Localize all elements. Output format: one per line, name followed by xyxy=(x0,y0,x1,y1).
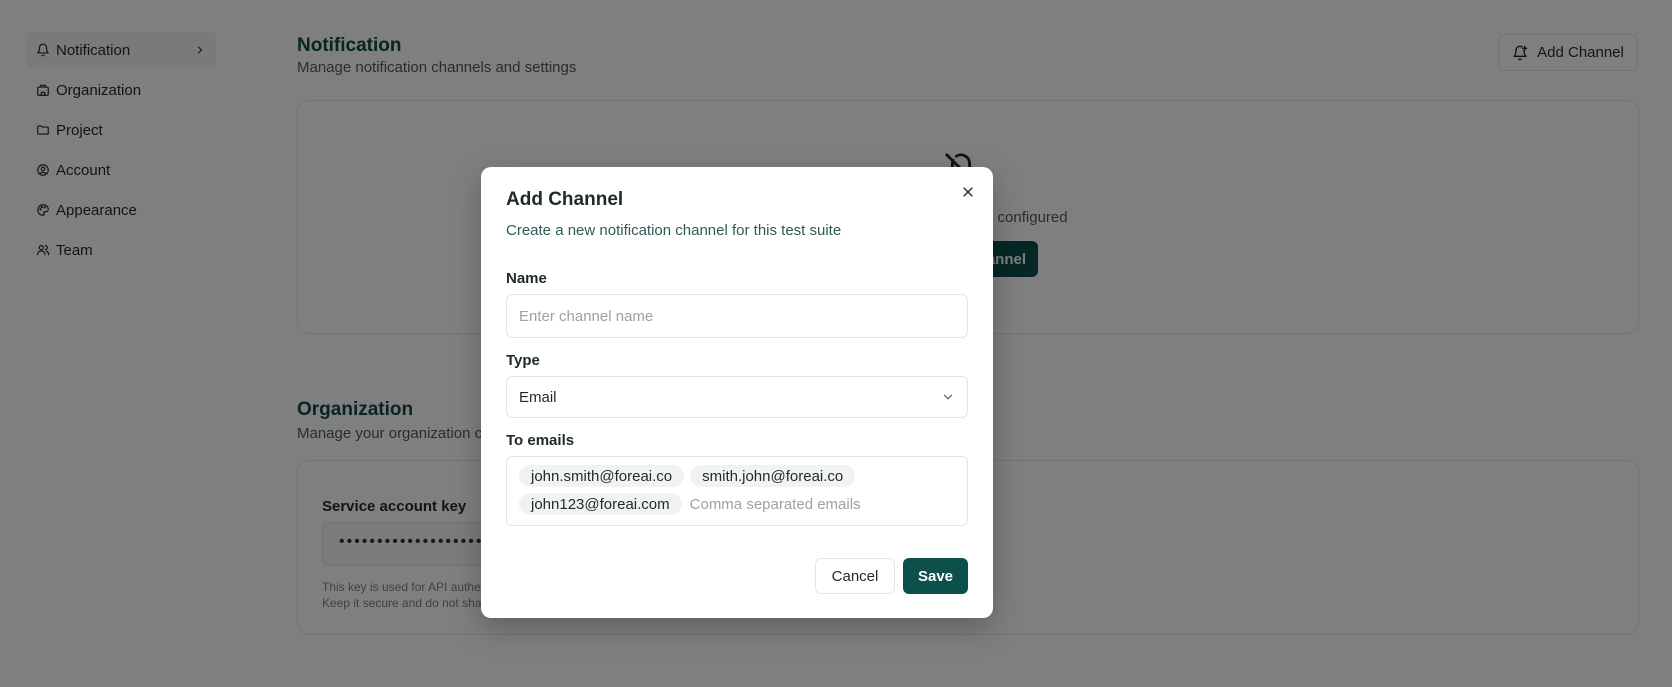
channel-type-value: Email xyxy=(519,388,557,406)
email-chip[interactable]: john.smith@foreai.co xyxy=(519,465,685,487)
to-emails-field[interactable]: john.smith@foreai.co smith.john@foreai.c… xyxy=(506,456,968,526)
email-chip[interactable]: john123@foreai.com xyxy=(519,493,682,515)
channel-type-select[interactable]: Email xyxy=(506,376,968,418)
email-entry-input[interactable] xyxy=(687,493,868,515)
cancel-button[interactable]: Cancel xyxy=(815,558,895,594)
email-chip[interactable]: smith.john@foreai.co xyxy=(690,465,856,487)
save-button[interactable]: Save xyxy=(903,558,968,594)
add-channel-dialog: Add Channel Create a new notification ch… xyxy=(481,167,993,618)
email-chip-list: john.smith@foreai.co smith.john@foreai.c… xyxy=(519,465,919,515)
close-icon[interactable] xyxy=(960,184,976,200)
chevron-down-icon xyxy=(941,390,955,404)
name-label: Name xyxy=(506,270,547,287)
to-emails-label: To emails xyxy=(506,432,575,449)
channel-name-input[interactable] xyxy=(506,294,968,338)
dialog-subtitle: Create a new notification channel for th… xyxy=(506,222,842,239)
dialog-title: Add Channel xyxy=(506,189,624,210)
type-label: Type xyxy=(506,352,540,369)
